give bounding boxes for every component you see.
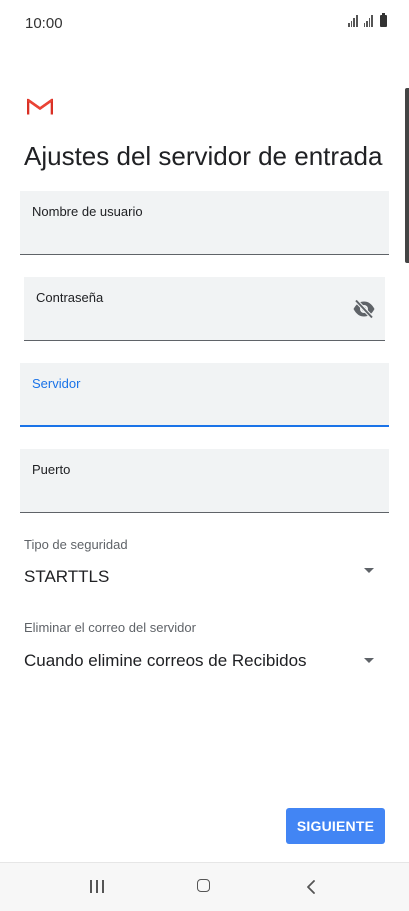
delete-from-server-label: Eliminar el correo del servidor <box>24 620 196 635</box>
status-icons <box>348 13 387 27</box>
server-input[interactable] <box>32 399 377 419</box>
port-field[interactable]: Puerto <box>20 449 389 513</box>
delete-from-server-value[interactable]: Cuando elimine correos de Recibidos <box>24 651 307 671</box>
status-time: 10:00 <box>25 15 63 32</box>
status-bar: 10:00 <box>0 0 409 48</box>
signal-icon <box>348 15 358 27</box>
password-field[interactable]: Contraseña <box>24 277 385 341</box>
signal-icon-secondary <box>363 15 373 27</box>
security-type-value[interactable]: STARTTLS <box>24 567 109 587</box>
recents-icon[interactable] <box>90 880 104 893</box>
port-input[interactable] <box>32 486 377 506</box>
home-icon[interactable] <box>197 879 210 892</box>
next-button[interactable]: SIGUIENTE <box>286 808 385 844</box>
gmail-icon <box>27 98 53 115</box>
visibility-off-icon[interactable] <box>351 297 377 321</box>
port-label: Puerto <box>32 462 71 477</box>
password-label: Contraseña <box>36 290 104 305</box>
server-field[interactable]: Servidor <box>20 363 389 427</box>
battery-icon <box>380 13 387 27</box>
security-type-label: Tipo de seguridad <box>24 537 128 552</box>
username-field[interactable]: Nombre de usuario <box>20 191 389 255</box>
chevron-down-icon[interactable] <box>364 658 374 663</box>
server-label: Servidor <box>32 376 81 391</box>
scroll-handle[interactable] <box>405 88 409 263</box>
username-label: Nombre de usuario <box>32 204 143 219</box>
back-icon[interactable] <box>304 879 318 895</box>
page-title: Ajustes del servidor de entrada <box>24 141 383 171</box>
password-input[interactable] <box>36 314 341 334</box>
chevron-down-icon[interactable] <box>364 568 374 573</box>
username-input[interactable] <box>32 228 377 248</box>
navigation-bar <box>0 862 409 911</box>
